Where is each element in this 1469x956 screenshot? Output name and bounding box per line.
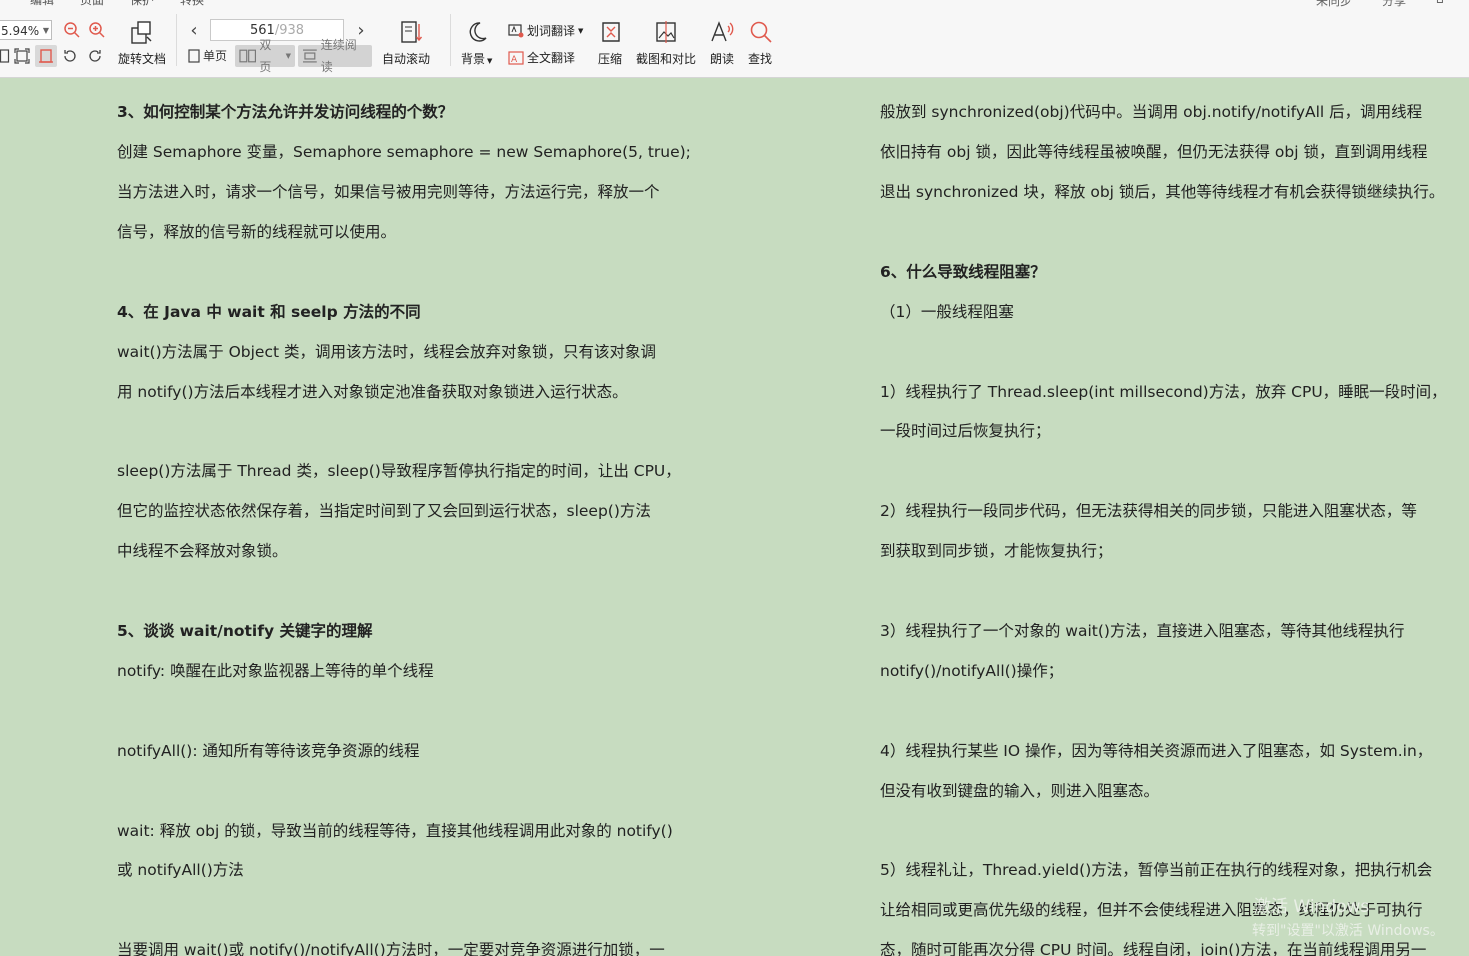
rotate-document-icon[interactable]	[128, 18, 156, 46]
text-line: 1）线程执行了 Thread.sleep(int millsecond)方法，放…	[880, 383, 1447, 401]
double-page-label: 双页	[259, 38, 272, 74]
text-line: 中线程不会释放对象锁。	[117, 542, 288, 560]
text-line: 创建 Semaphore 变量，Semaphore semaphore = ne…	[117, 143, 691, 161]
chevron-down-icon: ▼	[578, 26, 584, 35]
text-line: 5）线程礼让，Thread.yield()方法，暂停当前正在执行的线程对象，把执…	[880, 861, 1433, 879]
text-line: 信号，释放的信号新的线程就可以使用。	[117, 223, 397, 241]
text-line: 般放到 synchronized(obj)代码中。当调用 obj.notify/…	[880, 103, 1423, 121]
chevron-down-icon: ▼	[42, 26, 49, 35]
text-line: 到获取到同步锁，才能恢复执行；	[880, 542, 1113, 560]
text-line: notifyAll(): 通知所有等待该竞争资源的线程	[117, 742, 420, 760]
search-icon[interactable]	[747, 18, 775, 46]
zoom-in-icon[interactable]	[87, 20, 107, 40]
screenshot-icon[interactable]	[652, 18, 680, 46]
full-translate-button[interactable]: A 全文翻译	[508, 49, 575, 66]
reader-toolbar: 编辑 页面 保护 转换 未同步 分享 ⌂ 5.94% ▼ 旋转文档 ‹ 5	[0, 0, 1469, 78]
sync-status[interactable]: 未同步	[1316, 0, 1352, 9]
text-line: 4）线程执行某些 IO 操作，因为等待相关资源而进入了阻塞态，如 System.…	[880, 742, 1433, 760]
word-translate-icon	[508, 23, 524, 37]
read-aloud-icon[interactable]	[708, 18, 736, 46]
divider	[450, 14, 451, 66]
text-line: 但没有收到键盘的输入，则进入阻塞态。	[880, 782, 1160, 800]
actual-size-icon[interactable]	[35, 45, 57, 67]
tab-convert[interactable]: 转换	[180, 0, 204, 8]
text-line: 用 notify()方法后本线程才进入对象锁定池准备获取对象锁进入运行状态。	[117, 383, 628, 401]
text-line: （1）一般线程阻塞	[880, 303, 1014, 321]
continuous-reading-label: 连续阅读	[320, 38, 357, 74]
single-page-icon	[188, 49, 200, 63]
read-aloud-button[interactable]: 朗读	[710, 50, 734, 67]
chevron-down-icon: ▼	[487, 57, 493, 65]
moon-icon[interactable]	[463, 18, 491, 46]
word-translate-label: 划词翻译	[527, 24, 576, 38]
compress-icon[interactable]	[598, 18, 624, 46]
activation-watermark-text: 转到"设置"以激活 Windows。	[1252, 923, 1444, 939]
text-line: 3）线程执行了一个对象的 wait()方法，直接进入阻塞态，等待其他线程执行	[880, 622, 1405, 640]
section-heading: 3、如何控制某个方法允许并发访问线程的个数？	[117, 103, 454, 121]
background-label: 背景	[461, 52, 486, 66]
text-line: 一段时间过后恢复执行；	[880, 422, 1051, 440]
screenshot-compare-button[interactable]: 截图和对比	[636, 50, 696, 67]
zoom-out-icon[interactable]	[62, 20, 82, 40]
background-button[interactable]: 背景 ▼	[461, 50, 492, 67]
text-line: wait()方法属于 Object 类，调用该方法时，线程会放弃对象锁，只有该对…	[117, 343, 656, 361]
text-line: 当方法进入时，请求一个信号，如果信号被用完则等待，方法运行完，释放一个	[117, 183, 660, 201]
zoom-value: 5.94%	[1, 24, 40, 38]
text-line: 依旧持有 obj 锁，因此等待线程虽被唤醒，但仍无法获得 obj 锁，直到调用线…	[880, 143, 1428, 161]
auto-scroll-button[interactable]: 自动滚动	[382, 50, 430, 67]
zoom-select[interactable]: 5.94% ▼	[0, 20, 52, 40]
text-line: 或 notifyAll()方法	[117, 861, 244, 879]
activation-watermark-title: 激活 Windows	[1254, 897, 1370, 917]
document-view: 3、如何控制某个方法允许并发访问线程的个数？ 创建 Semaphore 变量，S…	[0, 78, 1469, 956]
text-line: 退出 synchronized 块，释放 obj 锁后，其他等待线程才有机会获得…	[880, 183, 1445, 201]
full-translate-label: 全文翻译	[527, 51, 576, 65]
double-page-icon	[239, 49, 257, 63]
double-page-button[interactable]: 双页 ▼	[235, 38, 295, 74]
ribbon-tabs: 编辑 页面 保护 转换	[0, 0, 1469, 8]
full-translate-icon: A	[508, 50, 524, 65]
single-page-button[interactable]: 单页	[184, 45, 231, 67]
tab-edit[interactable]: 编辑	[30, 0, 54, 8]
chevron-down-icon: ▼	[285, 52, 291, 60]
tab-protect[interactable]: 保护	[130, 0, 154, 8]
text-line: notify: 唤醒在此对象监视器上等待的单个线程	[117, 662, 434, 680]
section-heading: 5、谈谈 wait/notify 关键字的理解	[117, 622, 373, 640]
text-line: notify()/notifyAll()操作；	[880, 662, 1064, 680]
rotate-right-icon[interactable]	[86, 47, 104, 65]
text-line: 2）线程执行一段同步代码，但无法获得相关的同步锁，只能进入阻塞状态，等	[880, 502, 1417, 520]
section-heading: 4、在 Java 中 wait 和 seelp 方法的不同	[117, 303, 421, 321]
continuous-reading-button[interactable]: 连续阅读	[298, 38, 372, 74]
text-line: 态，随时可能再次分得 CPU 时间。线程自闭，join()方法，在当前线程调用另…	[880, 941, 1427, 956]
fit-width-icon[interactable]	[13, 47, 31, 65]
compress-button[interactable]: 压缩	[598, 50, 622, 67]
share-button[interactable]: 分享	[1382, 0, 1406, 9]
word-translate-button[interactable]: 划词翻译 ▼	[508, 22, 583, 39]
continuous-reading-icon	[302, 49, 317, 63]
tab-page[interactable]: 页面	[80, 0, 104, 8]
divider	[176, 14, 177, 66]
single-page-label: 单页	[203, 49, 228, 63]
auto-scroll-icon[interactable]	[398, 18, 424, 46]
svg-text:A: A	[511, 55, 518, 65]
text-line: 当要调用 wait()或 notify()/notifyAll()方法时，一定要…	[117, 941, 665, 956]
section-heading: 6、什么导致线程阻塞？	[880, 263, 1046, 281]
text-line: wait: 释放 obj 的锁，导致当前的线程等待，直接其他线程调用此对象的 n…	[117, 822, 673, 840]
rotate-left-icon[interactable]	[61, 47, 79, 65]
rotate-document-button[interactable]: 旋转文档	[118, 50, 166, 67]
find-button[interactable]: 查找	[748, 50, 772, 67]
home-icon[interactable]: ⌂	[1436, 0, 1444, 6]
text-line: sleep()方法属于 Thread 类，sleep()导致程序暂停执行指定的时…	[117, 462, 681, 480]
previous-page-icon[interactable]: ‹	[185, 20, 203, 41]
fit-page-icon[interactable]	[0, 47, 10, 65]
text-line: 但它的监控状态依然保存着，当指定时间到了又会回到运行状态，sleep()方法	[117, 502, 651, 520]
